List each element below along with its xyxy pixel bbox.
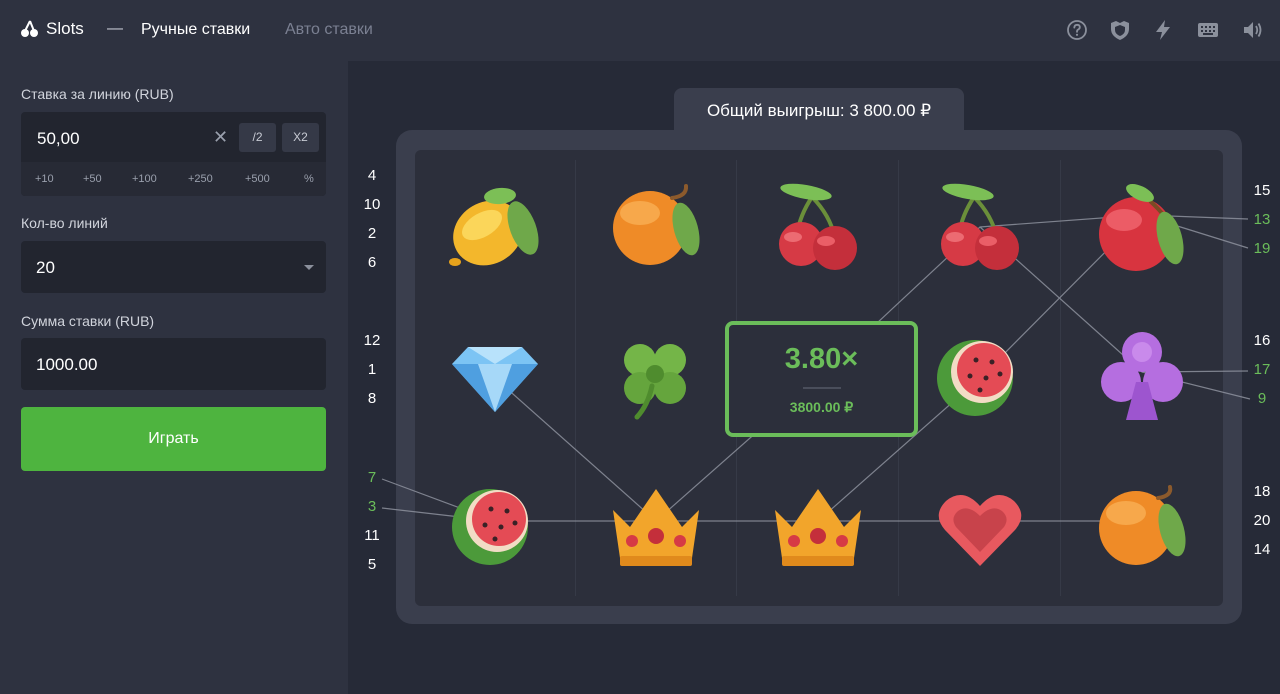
- shield-icon[interactable]: [1109, 19, 1131, 41]
- half-bet-button[interactable]: /2: [239, 123, 276, 152]
- line-number-right: 18: [1253, 483, 1271, 500]
- line-number-left: 1: [367, 361, 377, 378]
- app-name: Slots: [46, 19, 84, 38]
- tab-auto-bets[interactable]: Авто ставки: [285, 21, 373, 39]
- win-multiplier: 3.80×: [784, 343, 859, 375]
- line-number-right-win: 17: [1253, 361, 1271, 378]
- line-number-right-win: 13: [1253, 211, 1271, 228]
- lines-value: 20: [36, 258, 55, 277]
- line-number-right: 15: [1253, 182, 1271, 199]
- speaker-icon[interactable]: [1242, 19, 1264, 41]
- keyboard-icon[interactable]: [1197, 19, 1219, 41]
- quick-add-250[interactable]: +250: [188, 173, 213, 185]
- win-divider: [803, 387, 841, 389]
- double-bet-button[interactable]: X2: [282, 123, 319, 152]
- quick-add-10[interactable]: +10: [35, 173, 54, 185]
- line-number-right-win: 19: [1253, 240, 1271, 257]
- win-amount: 3800.00 ₽: [789, 399, 854, 415]
- brand: Slots: [20, 19, 84, 39]
- bet-per-line-box: 50,00 ✕ /2 X2 +10 +50 +100 +250 +500 %: [21, 112, 326, 196]
- lines-label: Кол-во линий: [21, 215, 108, 231]
- help-icon[interactable]: [1066, 19, 1088, 41]
- line-number-left: 2: [367, 225, 377, 242]
- quick-add-percent[interactable]: %: [304, 173, 314, 185]
- line-number-left: 4: [367, 167, 377, 184]
- bet-per-line-label: Ставка за линию (RUB): [21, 86, 174, 102]
- total-bet-value: 1000.00: [36, 355, 98, 374]
- quick-add-row: +10 +50 +100 +250 +500 %: [21, 162, 326, 196]
- quick-add-50[interactable]: +50: [83, 173, 102, 185]
- quick-add-500[interactable]: +500: [245, 173, 270, 185]
- cherry-logo-icon: [21, 20, 38, 37]
- total-bet-label: Сумма ставки (RUB): [21, 313, 155, 329]
- title-separator: —: [107, 20, 123, 37]
- line-number-left: 11: [364, 527, 380, 544]
- line-number-left: 10: [363, 196, 381, 213]
- line-number-right-win: 9: [1257, 390, 1267, 407]
- line-number-left: 5: [367, 556, 377, 573]
- line-number-left: 8: [367, 390, 377, 407]
- win-highlight-box: 3.80× 3800.00 ₽: [725, 321, 918, 437]
- lines-select[interactable]: 20: [21, 241, 326, 293]
- top-bar: Slots — Ручные ставки Авто ставки: [0, 0, 1280, 61]
- total-bet-field: 1000.00: [21, 338, 326, 390]
- play-button[interactable]: Играть: [21, 407, 326, 471]
- quick-add-100[interactable]: +100: [132, 173, 157, 185]
- reel-divider: [1060, 160, 1061, 596]
- line-number-left-win: 7: [367, 469, 377, 486]
- line-number-left: 12: [363, 332, 381, 349]
- line-number-left: 6: [367, 254, 377, 271]
- lightning-icon[interactable]: [1152, 19, 1174, 41]
- bet-per-line-input[interactable]: 50,00: [37, 129, 80, 149]
- total-win-banner: Общий выигрыш: 3 800.00 ₽: [674, 88, 964, 132]
- line-number-right: 14: [1253, 541, 1271, 558]
- clear-bet-icon[interactable]: ✕: [213, 127, 228, 148]
- reel-divider: [575, 160, 576, 596]
- line-number-right: 20: [1253, 512, 1271, 529]
- line-number-right: 16: [1253, 332, 1271, 349]
- chevron-down-icon: [304, 265, 314, 270]
- tab-manual-bets[interactable]: Ручные ставки: [141, 21, 250, 39]
- line-number-left-win: 3: [367, 498, 377, 515]
